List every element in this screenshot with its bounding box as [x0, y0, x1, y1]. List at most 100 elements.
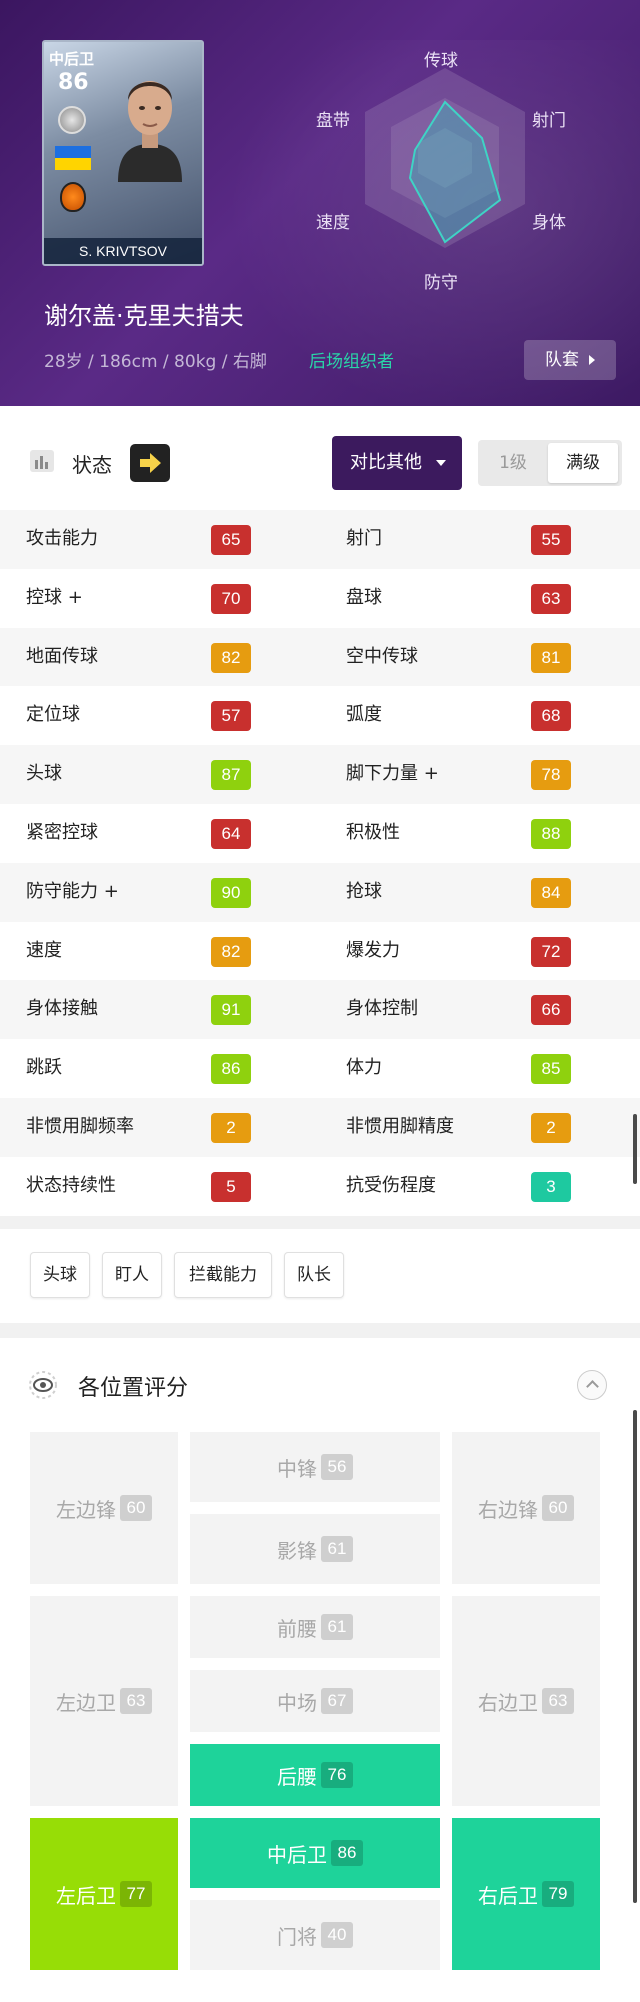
position-rating: 61	[321, 1536, 353, 1562]
position-dmf[interactable]: 后腰 76	[190, 1744, 440, 1806]
right-arrow-icon	[140, 453, 161, 473]
radar-label-passing: 传球	[424, 51, 458, 71]
skill-chip[interactable]: 队长	[284, 1252, 344, 1298]
position-rating: 79	[542, 1881, 574, 1907]
stat-value: 3	[531, 1171, 571, 1202]
card-type-badge-icon	[58, 106, 86, 134]
position-name: 左边锋	[56, 1497, 116, 1522]
collapse-button[interactable]	[577, 1370, 607, 1400]
position-amf[interactable]: 前腰 61	[190, 1596, 440, 1658]
stat-name: 射门	[346, 528, 382, 549]
skill-chip[interactable]: 盯人	[102, 1252, 162, 1298]
position-rating: 40	[321, 1922, 353, 1948]
position-name: 中场	[277, 1690, 317, 1715]
position-rwf[interactable]: 右边锋 60	[452, 1432, 600, 1584]
stat-row: 攻击能力 65 射门 55	[0, 510, 640, 569]
stat-value: 85	[531, 1054, 571, 1085]
stat-value: 91	[211, 995, 251, 1026]
stat-name: 攻击能力	[26, 528, 98, 549]
position-cf[interactable]: 中锋 56	[190, 1432, 440, 1502]
stat-name: 跳跃	[26, 1057, 62, 1079]
position-rating: 60	[120, 1495, 152, 1521]
position-lwf[interactable]: 左边锋 60	[30, 1432, 178, 1584]
stat-value: 57	[211, 701, 251, 732]
compare-button-label: 对比其他	[350, 452, 422, 473]
caret-down-icon	[436, 460, 446, 466]
stat-row: 紧密控球 64 积极性 88	[0, 803, 640, 863]
stat-name: 体力	[346, 1057, 382, 1079]
card-position: 中后卫	[49, 50, 95, 68]
position-name: 中后卫	[267, 1842, 327, 1867]
position-gk[interactable]: 门将 40	[190, 1900, 440, 1970]
stat-name: 身体控制	[346, 998, 418, 1020]
stat-row: 地面传球 82 空中传球 81	[0, 627, 640, 687]
stat-value: 90	[211, 877, 251, 908]
stat-name: 爆发力	[346, 939, 400, 961]
play-arrow-icon	[589, 355, 595, 365]
position-ratings-title: 各位置评分	[78, 1376, 189, 1401]
stat-name: 防守能力 +	[26, 880, 119, 902]
stat-name: 紧密控球	[26, 821, 98, 843]
stat-value: 2	[531, 1112, 571, 1143]
club-crest-icon	[60, 182, 86, 212]
stat-value: 68	[531, 701, 571, 732]
stats-table: 攻击能力 65 射门 55 控球 + 70 盘球 63 地面传球 82 空中传球 81 定位球 57 弧度 6…	[0, 510, 640, 1216]
stat-value: 65	[211, 525, 251, 555]
position-rating: 86	[331, 1840, 363, 1866]
position-name: 后腰	[277, 1764, 317, 1789]
position-cmf[interactable]: 中场 67	[190, 1670, 440, 1732]
position-rating: 77	[120, 1881, 152, 1907]
stat-name: 盘球	[346, 586, 382, 608]
stat-name: 弧度	[346, 704, 382, 726]
stat-value: 63	[531, 583, 571, 614]
compare-others-button[interactable]: 对比其他	[332, 436, 462, 490]
position-name: 前腰	[277, 1616, 317, 1641]
position-lb[interactable]: 左后卫 77	[30, 1818, 178, 1970]
position-rb[interactable]: 右后卫 79	[452, 1818, 600, 1970]
player-meta: 28岁 / 186cm / 80kg / 右脚	[44, 352, 267, 372]
position-name: 右边卫	[478, 1690, 538, 1715]
player-name: 谢尔盖·克里夫措夫	[44, 302, 244, 330]
position-cb[interactable]: 中后卫 86	[190, 1818, 440, 1888]
kit-button[interactable]: 队套	[524, 340, 616, 380]
position-name: 中锋	[277, 1456, 317, 1481]
stat-value: 55	[531, 525, 571, 555]
position-name: 门将	[277, 1924, 317, 1949]
stat-row: 非惯用脚频率 2 非惯用脚精度 2	[0, 1097, 640, 1157]
stat-value: 82	[211, 642, 251, 673]
player-card: 中后卫 86 S. KRIVTSOV	[42, 40, 204, 266]
stat-row: 跳跃 86 体力 85	[0, 1039, 640, 1098]
skill-chip[interactable]: 拦截能力	[174, 1252, 272, 1298]
stat-row: 定位球 57 弧度 68	[0, 686, 640, 746]
stat-row: 状态持续性 5 抗受伤程度 3	[0, 1156, 640, 1216]
position-name: 左后卫	[56, 1883, 116, 1908]
stat-name: 非惯用脚精度	[346, 1115, 454, 1137]
position-name: 左边卫	[56, 1690, 116, 1715]
level-max-option[interactable]: 满级	[548, 443, 618, 483]
player-playing-style[interactable]: 后场组织者	[309, 347, 394, 372]
player-photo	[118, 81, 182, 182]
scrollbar-thumb[interactable]	[633, 1703, 637, 1903]
stat-row: 速度 82 爆发力 72	[0, 921, 640, 981]
stat-name: 非惯用脚频率	[26, 1115, 134, 1137]
position-name: 右后卫	[478, 1883, 538, 1908]
stat-name: 空中传球	[346, 645, 418, 667]
stat-value: 82	[211, 936, 251, 967]
position-rmf[interactable]: 右边卫 63	[452, 1596, 600, 1806]
position-ss[interactable]: 影锋 61	[190, 1514, 440, 1584]
status-label: 状态	[72, 453, 112, 477]
position-rating: 63	[542, 1688, 574, 1714]
scrollbar-thumb[interactable]	[633, 1114, 637, 1184]
stat-name: 地面传球	[26, 645, 98, 667]
condition-chart-icon	[30, 450, 54, 472]
position-lmf[interactable]: 左边卫 63	[30, 1596, 178, 1806]
level-1-option[interactable]: 1级	[478, 440, 548, 486]
stat-value: 88	[531, 818, 571, 849]
skill-chip[interactable]: 头球	[30, 1252, 90, 1298]
stat-row: 身体接触 91 身体控制 66	[0, 980, 640, 1040]
scrollbar-thumb[interactable]	[633, 1410, 637, 1720]
condition-arrow-button[interactable]	[130, 444, 170, 482]
position-name: 影锋	[277, 1538, 317, 1563]
eye-icon	[29, 1371, 57, 1399]
stat-row: 头球 87 脚下力量 + 78	[0, 745, 640, 804]
